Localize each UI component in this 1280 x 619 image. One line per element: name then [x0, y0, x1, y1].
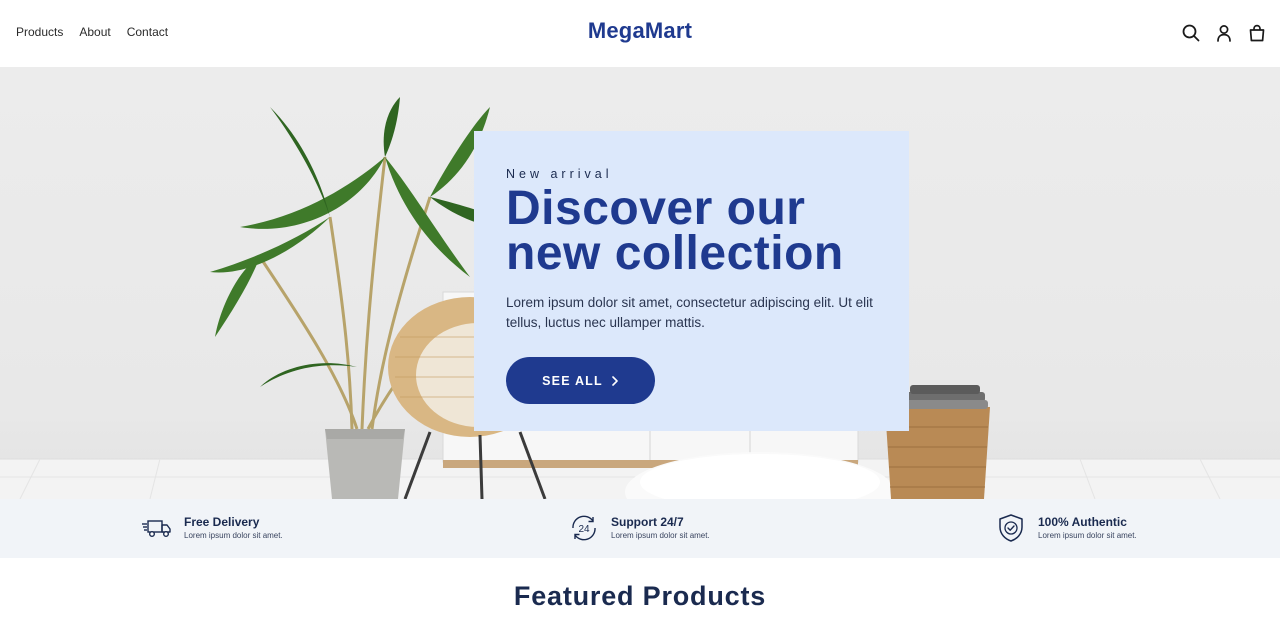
features-strip: Free Delivery Lorem ipsum dolor sit amet…	[0, 499, 1280, 558]
hero-title-line-2: new collection	[506, 227, 844, 280]
logo-wrapper: MegaMart	[0, 17, 1280, 45]
feature-text: Free Delivery Lorem ipsum dolor sit amet…	[184, 515, 283, 542]
site-header: Products About Contact MegaMart	[0, 0, 1280, 67]
hero-title: Discover our new collection	[506, 185, 877, 278]
feature-text: 100% Authentic Lorem ipsum dolor sit ame…	[1038, 515, 1137, 542]
hero-card: New arrival Discover our new collection …	[474, 131, 909, 431]
nav-link-about[interactable]: About	[79, 25, 110, 39]
shopping-bag-icon[interactable]	[1248, 23, 1266, 43]
user-icon[interactable]	[1215, 23, 1233, 43]
see-all-button[interactable]: SEE ALL	[506, 357, 655, 404]
feature-authentic: 100% Authentic Lorem ipsum dolor sit ame…	[996, 513, 1137, 543]
nav-link-products[interactable]: Products	[16, 25, 63, 39]
chevron-right-icon	[612, 375, 618, 386]
feature-text: Support 24/7 Lorem ipsum dolor sit amet.	[611, 515, 710, 542]
hero-banner: New arrival Discover our new collection …	[0, 67, 1280, 499]
feature-title: Free Delivery	[184, 514, 260, 529]
delivery-truck-icon	[142, 513, 172, 543]
svg-text:24: 24	[578, 524, 590, 535]
feature-support: 24 Support 24/7 Lorem ipsum dolor sit am…	[569, 513, 710, 543]
feature-subtitle: Lorem ipsum dolor sit amet.	[1038, 530, 1137, 540]
header-actions	[1182, 23, 1266, 43]
hero-eyebrow: New arrival	[506, 167, 613, 181]
feature-title: 100% Authentic	[1038, 514, 1127, 529]
feature-title: Support 24/7	[611, 514, 684, 529]
hero-description: Lorem ipsum dolor sit amet, consectetur …	[506, 295, 873, 330]
see-all-button-label: SEE ALL	[542, 373, 603, 388]
featured-products-title: Featured Products	[513, 581, 767, 611]
shield-check-icon	[996, 513, 1026, 543]
nav-link-contact[interactable]: Contact	[127, 25, 168, 39]
feature-subtitle: Lorem ipsum dolor sit amet.	[184, 530, 283, 540]
support-24-7-icon: 24	[569, 513, 599, 543]
search-icon[interactable]	[1182, 23, 1200, 43]
feature-subtitle: Lorem ipsum dolor sit amet.	[611, 530, 710, 540]
main-nav: Products About Contact	[16, 25, 168, 39]
site-logo[interactable]: MegaMart	[588, 18, 692, 43]
feature-free-delivery: Free Delivery Lorem ipsum dolor sit amet…	[142, 513, 283, 543]
